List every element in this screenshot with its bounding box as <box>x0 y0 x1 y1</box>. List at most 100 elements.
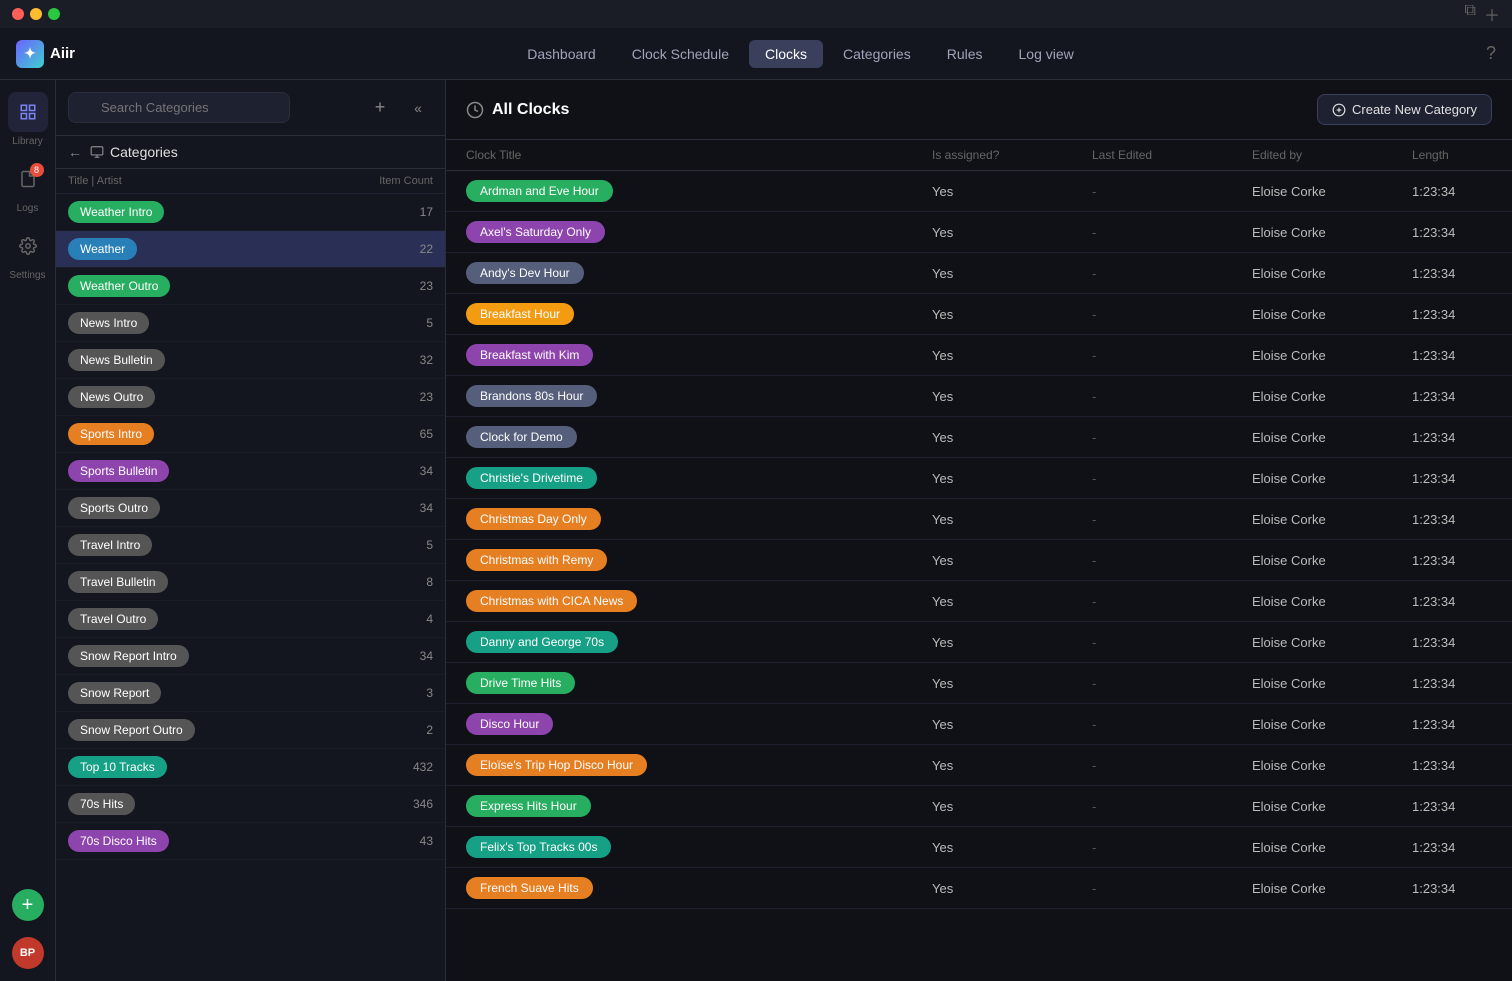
titlebar-controls: ⧉ ＋ <box>1465 2 1500 26</box>
clock-row[interactable]: Ardman and Eve Hour Yes - Eloise Corke 1… <box>446 171 1512 212</box>
top-navigation: ✦ Aiir Dashboard Clock Schedule Clocks C… <box>0 28 1512 80</box>
close-dot[interactable] <box>12 8 24 20</box>
clock-row[interactable]: Danny and George 70s Yes - Eloise Corke … <box>446 622 1512 663</box>
category-row[interactable]: Sports Outro 34 <box>56 490 445 527</box>
clock-row[interactable]: Christmas with CICA News Yes - Eloise Co… <box>446 581 1512 622</box>
category-row[interactable]: Weather Outro 23 <box>56 268 445 305</box>
clock-length: 1:23:34 <box>1412 348 1492 363</box>
clock-row[interactable]: Christmas with Remy Yes - Eloise Corke 1… <box>446 540 1512 581</box>
clock-row[interactable]: Breakfast Hour Yes - Eloise Corke 1:23:3… <box>446 294 1512 335</box>
category-row[interactable]: Snow Report Outro 2 <box>56 712 445 749</box>
clock-edited-by: Eloise Corke <box>1252 676 1412 691</box>
category-row[interactable]: Travel Bulletin 8 <box>56 564 445 601</box>
clock-row[interactable]: Breakfast with Kim Yes - Eloise Corke 1:… <box>446 335 1512 376</box>
clock-last-edited: - <box>1092 758 1252 773</box>
clock-last-edited: - <box>1092 717 1252 732</box>
panel-add-button[interactable]: + <box>365 93 395 123</box>
titlebar: ⧉ ＋ <box>0 0 1512 28</box>
category-count: 65 <box>420 427 433 441</box>
category-count: 34 <box>420 649 433 663</box>
clock-row[interactable]: Brandons 80s Hour Yes - Eloise Corke 1:2… <box>446 376 1512 417</box>
category-row[interactable]: News Outro 23 <box>56 379 445 416</box>
clock-row[interactable]: Andy's Dev Hour Yes - Eloise Corke 1:23:… <box>446 253 1512 294</box>
category-tag: 70s Hits <box>68 793 135 815</box>
category-row[interactable]: Sports Bulletin 34 <box>56 453 445 490</box>
sidebar-item-settings[interactable] <box>8 226 48 266</box>
search-input[interactable] <box>68 92 290 123</box>
clock-assigned: Yes <box>932 225 1092 240</box>
help-icon[interactable]: ? <box>1486 43 1496 64</box>
clock-row[interactable]: Felix's Top Tracks 00s Yes - Eloise Cork… <box>446 827 1512 868</box>
nav-dashboard[interactable]: Dashboard <box>511 40 612 68</box>
category-count: 23 <box>420 279 433 293</box>
clock-length: 1:23:34 <box>1412 184 1492 199</box>
category-row[interactable]: 70s Hits 346 <box>56 786 445 823</box>
category-tag: Travel Intro <box>68 534 152 556</box>
clock-row[interactable]: Axel's Saturday Only Yes - Eloise Corke … <box>446 212 1512 253</box>
clock-last-edited: - <box>1092 430 1252 445</box>
clock-badge: Breakfast Hour <box>466 303 574 325</box>
clock-row[interactable]: French Suave Hits Yes - Eloise Corke 1:2… <box>446 868 1512 909</box>
clock-edited-by: Eloise Corke <box>1252 307 1412 322</box>
category-count: 346 <box>413 797 433 811</box>
clock-length: 1:23:34 <box>1412 307 1492 322</box>
category-row[interactable]: Weather 22 <box>56 231 445 268</box>
category-row[interactable]: News Bulletin 32 <box>56 342 445 379</box>
category-row[interactable]: News Intro 5 <box>56 305 445 342</box>
window-icon-1[interactable]: ⧉ <box>1465 2 1476 26</box>
clock-row[interactable]: Eloïse's Trip Hop Disco Hour Yes - Elois… <box>446 745 1512 786</box>
clock-row[interactable]: Christie's Drivetime Yes - Eloise Corke … <box>446 458 1512 499</box>
panel-nav: ← Categories <box>56 136 445 169</box>
category-row[interactable]: Snow Report 3 <box>56 675 445 712</box>
clock-assigned: Yes <box>932 307 1092 322</box>
logo[interactable]: ✦ Aiir <box>16 40 75 68</box>
nav-categories[interactable]: Categories <box>827 40 927 68</box>
clock-edited-by: Eloise Corke <box>1252 225 1412 240</box>
avatar[interactable]: BP <box>12 937 44 969</box>
create-label: Create New Category <box>1352 102 1477 117</box>
clock-last-edited: - <box>1092 184 1252 199</box>
categories-icon <box>90 145 104 159</box>
clock-badge: Disco Hour <box>466 713 553 735</box>
nav-rules[interactable]: Rules <box>931 40 999 68</box>
nav-logview[interactable]: Log view <box>1003 40 1090 68</box>
window-icon-2[interactable]: ＋ <box>1484 2 1500 26</box>
fullscreen-dot[interactable] <box>48 8 60 20</box>
clock-badge: French Suave Hits <box>466 877 593 899</box>
category-row[interactable]: Weather Intro 17 <box>56 194 445 231</box>
category-row[interactable]: Travel Intro 5 <box>56 527 445 564</box>
category-count: 23 <box>420 390 433 404</box>
clock-row[interactable]: Drive Time Hits Yes - Eloise Corke 1:23:… <box>446 663 1512 704</box>
clock-row[interactable]: Clock for Demo Yes - Eloise Corke 1:23:3… <box>446 417 1512 458</box>
minimize-dot[interactable] <box>30 8 42 20</box>
panel-collapse-button[interactable]: « <box>403 93 433 123</box>
clock-length: 1:23:34 <box>1412 594 1492 609</box>
category-tag: Snow Report <box>68 682 161 704</box>
th-clock-title: Clock Title <box>466 148 932 162</box>
create-category-button[interactable]: Create New Category <box>1317 94 1492 125</box>
categories-title: Categories <box>110 144 178 160</box>
clock-badge: Clock for Demo <box>466 426 577 448</box>
clock-row[interactable]: Christmas Day Only Yes - Eloise Corke 1:… <box>446 499 1512 540</box>
clock-last-edited: - <box>1092 512 1252 527</box>
add-button[interactable]: + <box>12 889 44 921</box>
clock-assigned: Yes <box>932 799 1092 814</box>
clock-edited-by: Eloise Corke <box>1252 471 1412 486</box>
sidebar-item-library[interactable] <box>8 92 48 132</box>
category-row[interactable]: Top 10 Tracks 432 <box>56 749 445 786</box>
category-row[interactable]: 70s Disco Hits 43 <box>56 823 445 860</box>
back-button[interactable]: ← <box>68 144 82 160</box>
clock-row[interactable]: Express Hits Hour Yes - Eloise Corke 1:2… <box>446 786 1512 827</box>
category-row[interactable]: Travel Outro 4 <box>56 601 445 638</box>
category-row[interactable]: Snow Report Intro 34 <box>56 638 445 675</box>
category-tag: Snow Report Outro <box>68 719 195 741</box>
nav-clock-schedule[interactable]: Clock Schedule <box>616 40 745 68</box>
sidebar-item-logs[interactable]: 8 <box>8 159 48 199</box>
clock-assigned: Yes <box>932 840 1092 855</box>
clock-row[interactable]: Disco Hour Yes - Eloise Corke 1:23:34 <box>446 704 1512 745</box>
nav-clocks[interactable]: Clocks <box>749 40 823 68</box>
category-row[interactable]: Sports Intro 65 <box>56 416 445 453</box>
clock-edited-by: Eloise Corke <box>1252 266 1412 281</box>
clock-assigned: Yes <box>932 430 1092 445</box>
category-tag: Weather Intro <box>68 201 164 223</box>
